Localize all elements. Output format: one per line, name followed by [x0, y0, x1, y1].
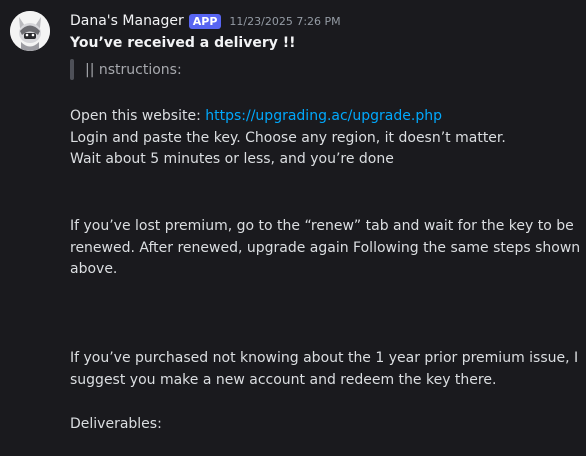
bot-avatar[interactable] [10, 11, 50, 51]
purchase-note-line-1: If you’ve purchased not knowing about th… [70, 350, 579, 366]
quote-text: || nstructions: [85, 61, 182, 78]
purchase-note-line-2: suggest you make a new account and redee… [70, 372, 497, 388]
lost-premium-line-3: above. [70, 261, 118, 277]
message-timestamp[interactable]: 11/23/2025 7:26 PM [229, 15, 340, 28]
login-instruction-line: Login and paste the key. Choose any regi… [70, 130, 506, 146]
open-website-line: Open this website: https://upgrading.ac/… [70, 106, 442, 127]
wait-instruction-line: Wait about 5 minutes or less, and you’re… [70, 151, 394, 167]
lost-premium-line-2: renewed. After renewed, upgrade again Fo… [70, 240, 581, 256]
upgrade-website-link[interactable]: https://upgrading.ac/upgrade.php [205, 108, 442, 124]
quote-bar [70, 59, 74, 80]
avatar-character-icon [10, 11, 50, 51]
author-name[interactable]: Dana's Manager [70, 13, 184, 29]
block-quote: || nstructions: [70, 59, 182, 80]
app-badge: APP [188, 13, 222, 29]
message-title: You’ve received a delivery !! [70, 35, 296, 51]
chat-message: Dana's Manager APP 11/23/2025 7:26 PM Yo… [0, 0, 586, 456]
open-website-label: Open this website: [70, 108, 206, 124]
lost-premium-line-1: If you’ve lost premium, go to the “renew… [70, 218, 574, 234]
deliverables-label: Deliverables: [70, 416, 162, 432]
message-header: Dana's Manager APP 11/23/2025 7:26 PM [70, 11, 341, 31]
